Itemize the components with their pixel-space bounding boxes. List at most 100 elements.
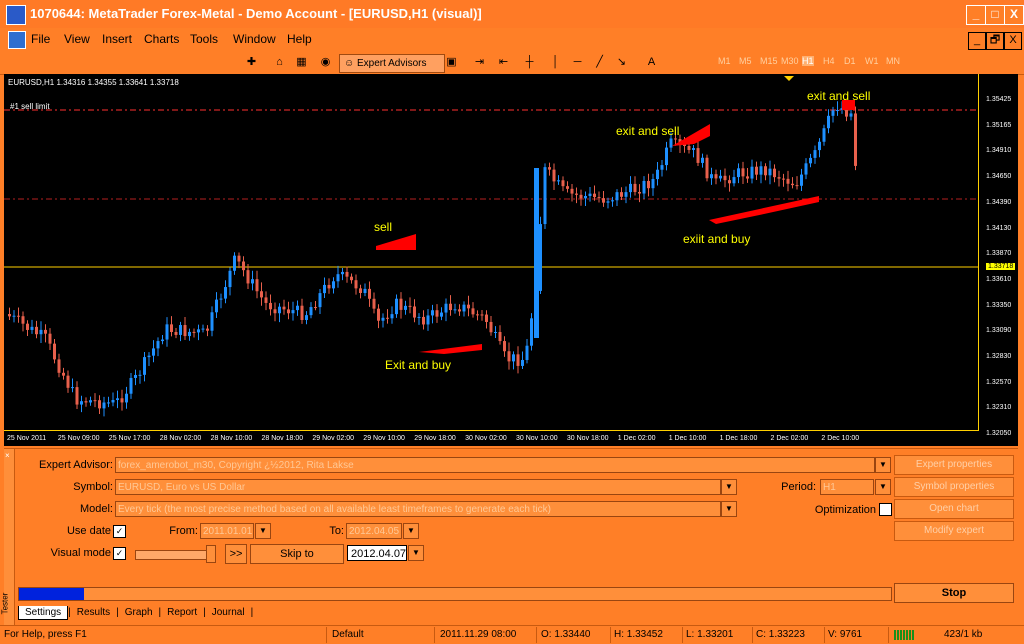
- price-tick-label: 1.34130: [986, 224, 1012, 232]
- minimize-button[interactable]: _: [966, 5, 986, 25]
- timeframe-h1-button[interactable]: H1: [802, 56, 814, 66]
- chart-shift-icon[interactable]: ⇤: [496, 55, 511, 70]
- symbol-properties-button[interactable]: Symbol properties: [894, 477, 1014, 497]
- chart-zoom-icon[interactable]: ▣: [444, 55, 459, 70]
- expert-advisor-select[interactable]: forex_amerobot_m30, Copyright ¿½2012, Ri…: [115, 457, 875, 473]
- from-label: From:: [169, 525, 198, 537]
- price-chart[interactable]: EURUSD,H1 1.34316 1.34355 1.33641 1.3371…: [4, 74, 1018, 446]
- candle-body: [381, 317, 385, 321]
- timeframe-h4-button[interactable]: H4: [823, 56, 835, 66]
- window-title: 1070644: MetaTrader Forex-Metal - Demo A…: [30, 6, 482, 21]
- candle-body: [237, 255, 241, 262]
- menu-charts[interactable]: Charts: [144, 32, 179, 46]
- candle-body: [440, 312, 443, 317]
- optimization-checkbox[interactable]: [879, 503, 892, 516]
- skip-to-date-dropdown-icon[interactable]: ▼: [408, 545, 424, 561]
- timeframe-w1-button[interactable]: W1: [865, 56, 879, 66]
- timeframe-m15-button[interactable]: M15: [760, 56, 778, 66]
- maximize-button[interactable]: □: [985, 5, 1005, 25]
- menu-tools[interactable]: Tools: [190, 32, 218, 46]
- expert-properties-button[interactable]: Expert properties: [894, 455, 1014, 475]
- tab-graph[interactable]: Graph: [119, 606, 159, 619]
- menu-file[interactable]: File: [31, 32, 50, 46]
- candle-body: [354, 280, 358, 289]
- candle-body: [413, 306, 416, 318]
- tester-close-icon[interactable]: ×: [5, 451, 10, 460]
- candle-body: [12, 315, 16, 317]
- buy-marker: [709, 196, 819, 224]
- candle-body: [39, 329, 43, 335]
- annotation-exit-and-buy: Exit and buy: [385, 358, 452, 372]
- candle-body: [624, 192, 628, 197]
- visual-speed-slider[interactable]: [135, 550, 215, 560]
- mdi-close-button[interactable]: X: [1004, 32, 1022, 50]
- skip-to-date-field[interactable]: 2012.04.07: [347, 545, 407, 561]
- tab-results[interactable]: Results: [71, 606, 116, 619]
- visual-mode-checkbox[interactable]: ✓: [113, 547, 126, 560]
- from-date-field[interactable]: 2011.01.01: [200, 523, 254, 539]
- status-traffic: 423/1 kb: [944, 629, 983, 640]
- status-profile: Default: [332, 629, 364, 640]
- candle-body: [543, 167, 547, 225]
- timeframe-m1-button[interactable]: M1: [718, 56, 731, 66]
- text-tool-icon[interactable]: A: [644, 55, 659, 70]
- period-select[interactable]: H1: [820, 479, 874, 495]
- menu-window[interactable]: Window: [233, 32, 276, 46]
- horizontal-line-icon[interactable]: ─: [570, 55, 585, 70]
- candle-body: [143, 357, 146, 375]
- period-dropdown-icon[interactable]: ▼: [875, 479, 891, 495]
- expert-advisor-dropdown-icon[interactable]: ▼: [875, 457, 891, 473]
- candle-body: [741, 168, 745, 177]
- visual-speed-slider-thumb[interactable]: [206, 545, 216, 563]
- alert-icon[interactable]: ◉: [318, 55, 333, 70]
- close-button[interactable]: X: [1004, 5, 1024, 25]
- open-chart-button[interactable]: Open chart: [894, 499, 1014, 519]
- timeframe-mn-button[interactable]: MN: [886, 56, 900, 66]
- expert-advisors-button[interactable]: ☺ Expert Advisors: [339, 54, 445, 73]
- from-date-dropdown-icon[interactable]: ▼: [255, 523, 271, 539]
- symbol-select[interactable]: EURUSD, Euro vs US Dollar: [115, 479, 721, 495]
- crosshair-icon[interactable]: ┼: [522, 55, 537, 70]
- new-order-icon[interactable]: ✚: [244, 55, 259, 70]
- sell-marker: [376, 234, 416, 250]
- stop-button[interactable]: Stop: [894, 583, 1014, 603]
- candle-body: [467, 304, 470, 309]
- menu-insert[interactable]: Insert: [102, 32, 132, 46]
- status-high: H: 1.33452: [614, 629, 663, 640]
- history-icon[interactable]: ⌂: [272, 55, 287, 70]
- tab-report[interactable]: Report: [161, 606, 203, 619]
- candle-body: [633, 183, 637, 192]
- candle-body: [8, 314, 11, 317]
- timeframe-m5-button[interactable]: M5: [739, 56, 752, 66]
- candle-body: [822, 128, 826, 142]
- candle-body: [602, 198, 605, 203]
- tab-settings[interactable]: Settings: [18, 606, 69, 620]
- annotation-sell: sell: [374, 220, 393, 234]
- skip-to-button[interactable]: Skip to: [250, 544, 344, 564]
- model-select[interactable]: Every tick (the most precise method base…: [115, 501, 721, 517]
- to-date-dropdown-icon[interactable]: ▼: [403, 523, 419, 539]
- fast-forward-button[interactable]: >>: [225, 544, 247, 564]
- tab-journal[interactable]: Journal: [206, 606, 251, 619]
- to-date-field[interactable]: 2012.04.05: [346, 523, 402, 539]
- candle-body: [282, 306, 286, 310]
- navigator-icon[interactable]: ▦: [294, 55, 309, 70]
- modify-expert-button[interactable]: Modify expert: [894, 521, 1014, 541]
- arrows-tool-icon[interactable]: ↘: [614, 55, 629, 70]
- symbol-dropdown-icon[interactable]: ▼: [721, 479, 737, 495]
- candle-body: [125, 393, 128, 403]
- candle-body: [35, 326, 38, 335]
- menu-view[interactable]: View: [64, 32, 90, 46]
- timeframe-m30-button[interactable]: M30: [781, 56, 799, 66]
- mdi-minimize-button[interactable]: _: [968, 32, 986, 50]
- model-dropdown-icon[interactable]: ▼: [721, 501, 737, 517]
- trendline-icon[interactable]: ╱: [592, 55, 607, 70]
- vertical-line-icon[interactable]: │: [548, 55, 563, 70]
- use-date-checkbox[interactable]: ✓: [113, 525, 126, 538]
- timeframe-d1-button[interactable]: D1: [844, 56, 856, 66]
- mdi-restore-button[interactable]: 🗗: [986, 32, 1004, 50]
- chart-window-icon[interactable]: [8, 31, 26, 49]
- autoscroll-icon[interactable]: ⇥: [472, 55, 487, 70]
- menu-help[interactable]: Help: [287, 32, 312, 46]
- candle-body: [516, 354, 520, 366]
